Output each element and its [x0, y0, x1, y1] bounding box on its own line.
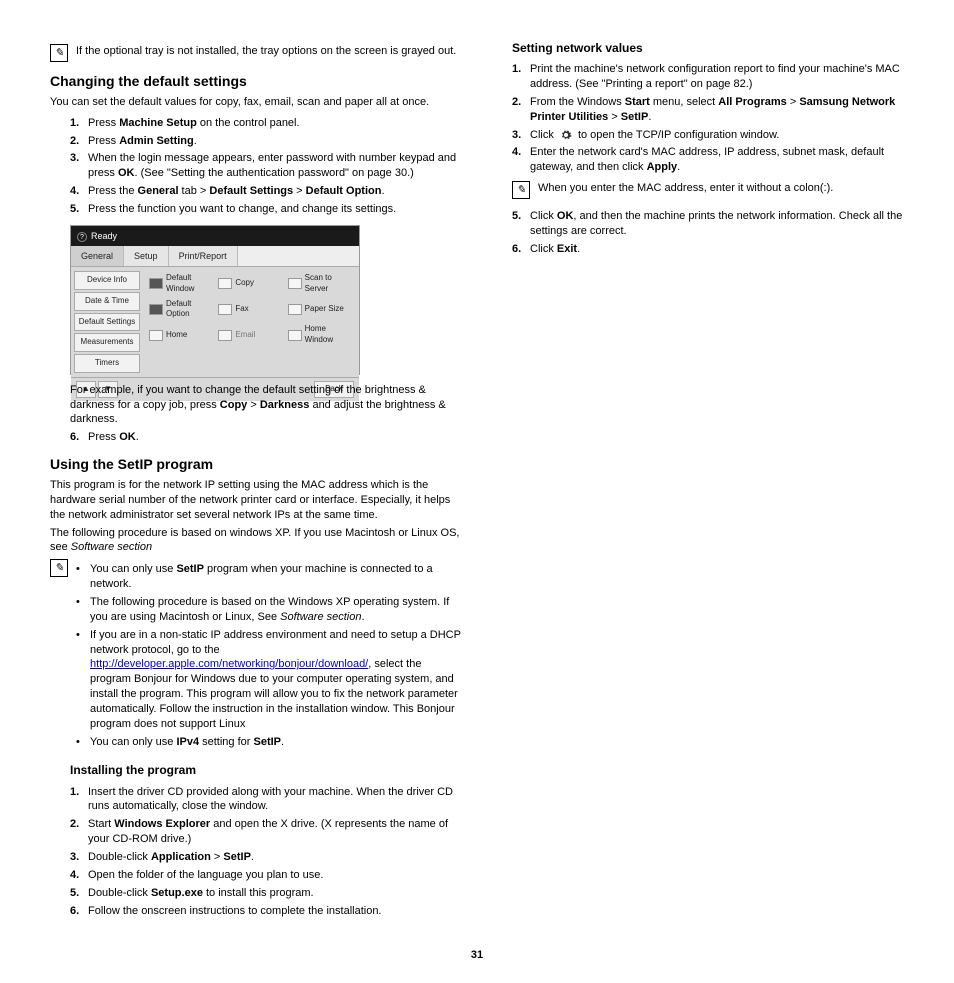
note-text: When you enter the MAC address, enter it… — [538, 181, 904, 196]
ss-side-timers[interactable]: Timers — [74, 354, 140, 373]
note-setip-list: You can only use SetIP program when your… — [76, 562, 462, 749]
steps-network-cont: 5.Click OK, and then the machine prints … — [512, 209, 904, 257]
paragraph: You can set the default values for copy,… — [50, 95, 462, 110]
bonjour-link[interactable]: http://developer.apple.com/networking/bo… — [90, 658, 368, 670]
ss-tab-general[interactable]: General — [71, 246, 124, 266]
heading-network-values: Setting network values — [512, 40, 904, 56]
example-paragraph: For example, if you want to change the d… — [70, 383, 462, 428]
ss-tab-setup[interactable]: Setup — [124, 246, 169, 266]
heading-installing: Installing the program — [70, 762, 462, 778]
right-column: Setting network values 1.Print the machi… — [492, 40, 904, 924]
ss-status: ?Ready — [71, 226, 359, 246]
step6-changing: 6.Press OK. — [70, 430, 462, 445]
steps-installing: 1.Insert the driver CD provided along wi… — [70, 785, 462, 919]
ss-side-measure[interactable]: Measurements — [74, 333, 140, 352]
device-screenshot: ?Ready General Setup Print/Report Device… — [70, 225, 360, 375]
heading-changing-defaults: Changing the default settings — [50, 72, 462, 91]
steps-changing: 1.Press Machine Setup on the control pan… — [70, 116, 462, 217]
left-column: ✎ If the optional tray is not installed,… — [50, 40, 462, 924]
note-mac: ✎ When you enter the MAC address, enter … — [512, 181, 904, 199]
note-setip: ✎ You can only use SetIP program when yo… — [50, 559, 462, 752]
ss-side-default[interactable]: Default Settings — [74, 313, 140, 332]
paragraph: The following procedure is based on wind… — [50, 526, 462, 556]
note-text: If the optional tray is not installed, t… — [76, 44, 462, 59]
ss-side-device[interactable]: Device Info — [74, 271, 140, 290]
ss-side-datetime[interactable]: Date & Time — [74, 292, 140, 311]
note-icon: ✎ — [50, 44, 68, 62]
note-icon: ✎ — [512, 181, 530, 199]
steps-network: 1.Print the machine's network configurat… — [512, 62, 904, 175]
note-icon: ✎ — [50, 559, 68, 577]
page-number: 31 — [50, 948, 904, 963]
gear-icon — [559, 129, 573, 141]
note-optional-tray: ✎ If the optional tray is not installed,… — [50, 44, 462, 62]
paragraph: This program is for the network IP setti… — [50, 478, 462, 523]
heading-setip: Using the SetIP program — [50, 455, 462, 474]
ss-tab-print[interactable]: Print/Report — [169, 246, 238, 266]
